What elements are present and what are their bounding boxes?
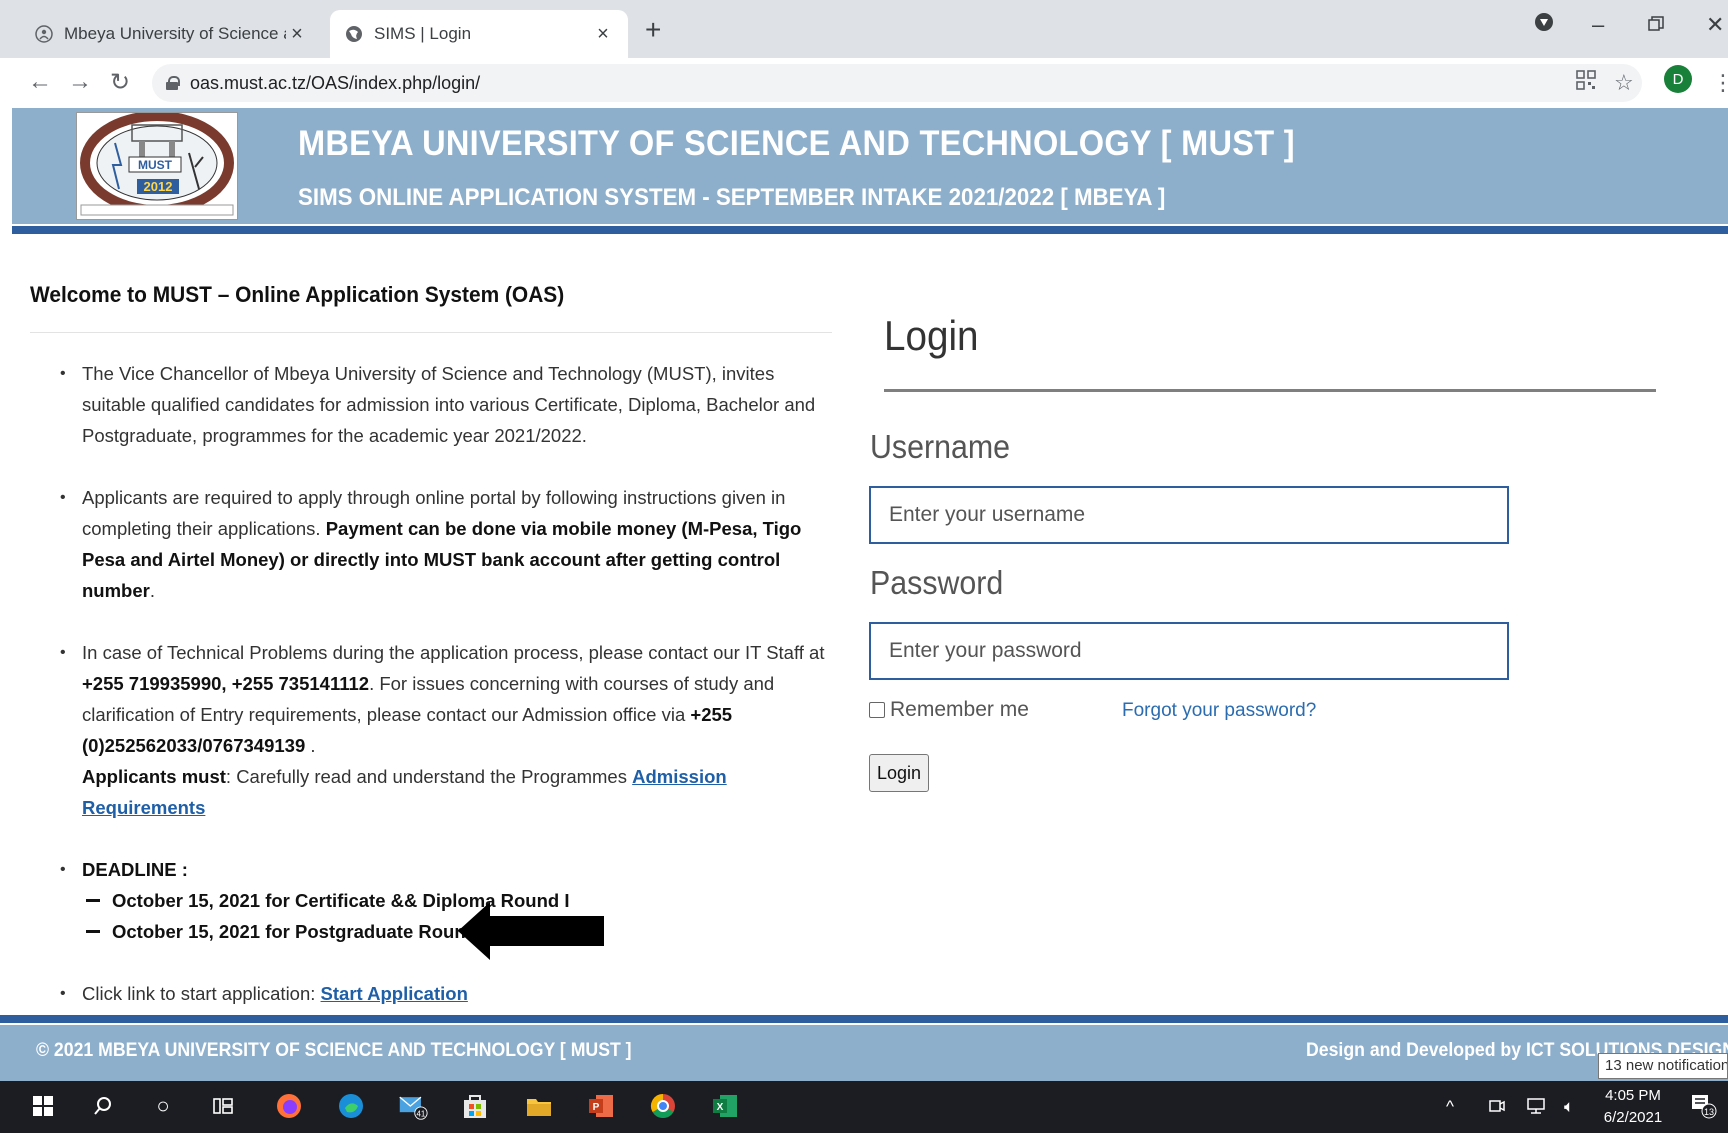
tab-mbeya-university[interactable]: Mbeya University of Science and ×: [20, 10, 322, 58]
invitation-text: The Vice Chancellor of Mbeya University …: [82, 363, 816, 446]
start-application-prompt: Click link to start application:: [82, 983, 316, 1004]
page-subtitle: SIMS ONLINE APPLICATION SYSTEM - SEPTEMB…: [298, 184, 1166, 211]
header-divider: [12, 224, 1728, 234]
notification-toast[interactable]: 13 new notifications: [1598, 1053, 1728, 1079]
system-clock[interactable]: 4:05 PM 6/2/2021: [1598, 1085, 1668, 1129]
period-text: .: [149, 580, 155, 601]
tab-sims-login[interactable]: SIMS | Login ×: [330, 10, 628, 58]
close-tab-icon[interactable]: ×: [592, 23, 614, 46]
remember-me[interactable]: Remember me: [869, 698, 1029, 722]
svg-text:X: X: [717, 1102, 724, 1113]
password-label: Password: [870, 564, 1004, 601]
browser-toolbar: ← → ↻ oas.must.ac.tz/OAS/index.php/login…: [0, 58, 1728, 108]
url-text: oas.must.ac.tz/OAS/index.php/login/: [190, 72, 481, 93]
copyright-text: © 2021 MBEYA UNIVERSITY OF SCIENCE AND T…: [36, 1040, 632, 1061]
password-input[interactable]: [869, 622, 1509, 680]
clock-time: 4:05 PM: [1605, 1087, 1661, 1104]
mail-badge: 41: [417, 1110, 426, 1119]
show-hidden-icons-icon[interactable]: ^: [1446, 1097, 1454, 1117]
bookmark-star-icon[interactable]: ☆: [1614, 70, 1634, 96]
username-input[interactable]: [869, 486, 1509, 544]
globe-favicon-icon: [344, 24, 364, 44]
excel-icon[interactable]: X: [710, 1091, 740, 1121]
file-explorer-icon[interactable]: [524, 1091, 554, 1121]
remember-me-checkbox[interactable]: [869, 702, 885, 718]
mail-icon[interactable]: 41: [398, 1091, 428, 1121]
applicants-must-label: Applicants must: [82, 766, 226, 787]
logo-text: MUST: [138, 158, 173, 172]
deadline-label: DEADLINE :: [82, 859, 188, 880]
volume-icon[interactable]: 🔈︎: [1564, 1097, 1574, 1117]
page-title: MBEYA UNIVERSITY OF SCIENCE AND TECHNOLO…: [298, 124, 1295, 163]
reload-icon[interactable]: ↻: [110, 68, 130, 97]
forgot-password-link[interactable]: Forgot your password?: [1122, 700, 1316, 722]
period-text: .: [310, 735, 316, 756]
start-application-link[interactable]: Start Application: [321, 983, 468, 1004]
network-icon[interactable]: [1526, 1097, 1546, 1120]
site-header: MUST 2012 MBEYA UNIVERSITY OF SCIENCE AN…: [12, 108, 1728, 234]
username-label: Username: [870, 428, 1011, 465]
university-logo: MUST 2012: [76, 111, 238, 220]
close-window-icon[interactable]: ✕: [1706, 12, 1724, 38]
extension-icon[interactable]: [1534, 12, 1554, 38]
lock-icon: [166, 76, 180, 90]
browser-menu-icon[interactable]: ⋮: [1712, 70, 1728, 96]
cortana-icon[interactable]: ○: [148, 1091, 178, 1121]
applicants-must-text: : Carefully read and understand the Prog…: [225, 766, 627, 787]
pointer-arrow-icon: [458, 902, 604, 960]
profile-avatar[interactable]: D: [1664, 65, 1692, 93]
list-item: The Vice Chancellor of Mbeya University …: [60, 358, 835, 451]
clock-date: 6/2/2021: [1603, 1109, 1663, 1126]
list-item: Applicants are required to apply through…: [60, 482, 835, 606]
login-divider: [884, 389, 1656, 392]
new-tab-button[interactable]: +: [645, 14, 661, 46]
login-button[interactable]: Login: [869, 754, 929, 792]
firefox-icon[interactable]: [274, 1091, 304, 1121]
restore-window-icon[interactable]: [1648, 12, 1664, 38]
qr-code-icon[interactable]: [1576, 70, 1596, 96]
welcome-heading: Welcome to MUST – Online Application Sys…: [30, 282, 565, 307]
site-footer: © 2021 MBEYA UNIVERSITY OF SCIENCE AND T…: [0, 1015, 1728, 1081]
task-view-icon[interactable]: [208, 1091, 238, 1121]
university-favicon-icon: [34, 24, 54, 44]
windows-start-icon[interactable]: [28, 1091, 58, 1121]
login-heading: Login: [884, 312, 979, 359]
address-bar[interactable]: oas.must.ac.tz/OAS/index.php/login/: [152, 64, 1642, 102]
information-list: The Vice Chancellor of Mbeya University …: [60, 358, 835, 1009]
chrome-icon[interactable]: [648, 1091, 678, 1121]
tab-title: Mbeya University of Science and: [64, 24, 286, 43]
minimize-window-icon[interactable]: –: [1592, 12, 1604, 38]
close-tab-icon[interactable]: ×: [286, 23, 308, 46]
divider: [30, 332, 832, 333]
list-item: Click link to start application: Start A…: [60, 978, 835, 1009]
forward-icon[interactable]: →: [68, 68, 92, 96]
store-icon[interactable]: [460, 1091, 490, 1121]
action-center-icon[interactable]: 13: [1690, 1093, 1718, 1124]
powerpoint-icon[interactable]: P: [586, 1091, 616, 1121]
list-item: DEADLINE : October 15, 2021 for Certific…: [60, 854, 835, 947]
back-icon[interactable]: ←: [28, 68, 52, 96]
logo-year: 2012: [144, 179, 173, 194]
footer-divider: [0, 1015, 1728, 1025]
search-icon[interactable]: [88, 1091, 118, 1121]
remember-me-label: Remember me: [890, 698, 1029, 721]
edge-icon[interactable]: [336, 1091, 366, 1121]
notification-badge: 13: [1704, 1107, 1714, 1117]
it-staff-phones: +255 719935990, +255 735141112: [82, 673, 370, 694]
meet-now-icon[interactable]: [1488, 1097, 1506, 1120]
svg-text:P: P: [593, 1102, 600, 1113]
tab-title: SIMS | Login: [374, 24, 472, 43]
technical-help-text: In case of Technical Problems during the…: [82, 642, 825, 663]
browser-tab-strip: Mbeya University of Science and × SIMS |…: [0, 0, 1728, 58]
windows-taskbar: ○ 41 P X ^ 🔈︎ 4:05 PM 6/2/2021 13: [0, 1081, 1728, 1133]
list-item: In case of Technical Problems during the…: [60, 637, 835, 823]
